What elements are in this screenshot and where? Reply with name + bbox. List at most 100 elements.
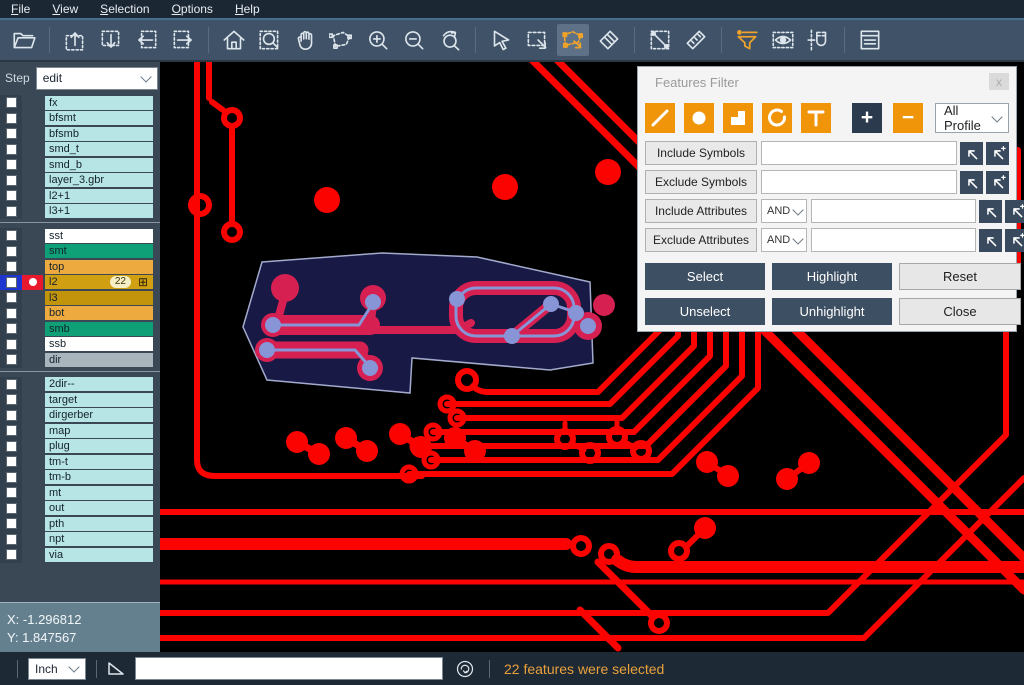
add-filter-button[interactable]: + xyxy=(852,103,882,133)
measure-points-icon[interactable] xyxy=(644,24,676,56)
snap-angle-icon[interactable] xyxy=(107,661,125,677)
layer-label[interactable]: 2dir-- xyxy=(45,377,153,391)
menu-options[interactable]: Options xyxy=(161,0,224,18)
layer-label[interactable]: l2+1 xyxy=(45,189,153,203)
close-icon[interactable]: x xyxy=(989,73,1009,90)
menu-view[interactable]: View xyxy=(41,0,89,18)
layer-checkbox[interactable] xyxy=(0,142,22,158)
layer-checkbox[interactable] xyxy=(0,337,22,353)
layer-label[interactable]: sst xyxy=(45,229,153,243)
pick-add-icon[interactable] xyxy=(986,142,1009,165)
menu-file[interactable]: File xyxy=(0,0,41,18)
zoom-in-icon[interactable] xyxy=(362,24,394,56)
layer-label[interactable]: via xyxy=(45,548,153,562)
measure-ruler-icon[interactable] xyxy=(680,24,712,56)
reset-button[interactable]: Reset xyxy=(899,263,1021,290)
pick-add-icon[interactable] xyxy=(1005,200,1024,223)
filter-label-button[interactable]: Exclude Attributes xyxy=(645,228,757,252)
layer-label[interactable]: map xyxy=(45,424,153,438)
filter-label-button[interactable]: Exclude Symbols xyxy=(645,170,757,194)
layer-checkbox[interactable] xyxy=(0,126,22,142)
and-or-select[interactable]: AND xyxy=(761,199,807,223)
zoom-out-icon[interactable] xyxy=(398,24,430,56)
pick-icon[interactable] xyxy=(979,229,1002,252)
layer-checkbox[interactable] xyxy=(0,157,22,173)
layer-label[interactable]: plug xyxy=(45,439,153,453)
pick-icon[interactable] xyxy=(960,142,983,165)
and-or-select[interactable]: AND xyxy=(761,228,807,252)
layer-label[interactable]: pth xyxy=(45,517,153,531)
layer-checkbox[interactable] xyxy=(0,111,22,127)
units-select[interactable]: Inch xyxy=(28,658,86,680)
pan-down-icon[interactable] xyxy=(95,24,127,56)
active-layer-indicator[interactable] xyxy=(22,275,43,291)
filter-value-input[interactable] xyxy=(811,228,976,252)
layer-checkbox[interactable] xyxy=(0,290,22,306)
pick-add-icon[interactable] xyxy=(1005,229,1024,252)
zoom-window-icon[interactable] xyxy=(254,24,286,56)
layer-label[interactable]: l3+1 xyxy=(45,204,153,218)
layer-checkbox[interactable] xyxy=(0,228,22,244)
layer-label[interactable]: target xyxy=(45,393,153,407)
select-rectangle-icon[interactable] xyxy=(521,24,553,56)
layer-label[interactable]: smd_b xyxy=(45,158,153,172)
layer-label[interactable]: tm-b xyxy=(45,470,153,484)
select-cursor-icon[interactable] xyxy=(485,24,517,56)
zoom-polygon-icon[interactable] xyxy=(326,24,358,56)
pick-add-icon[interactable] xyxy=(986,171,1009,194)
dialog-title-bar[interactable]: Features Filter x xyxy=(638,67,1016,97)
layer-checkbox[interactable] xyxy=(0,173,22,189)
highlight-button[interactable]: Highlight xyxy=(772,263,892,290)
layers-panel-icon[interactable] xyxy=(854,24,886,56)
unhighlight-button[interactable]: Unhighlight xyxy=(772,298,892,325)
layer-checkbox[interactable] xyxy=(0,516,22,532)
layer-checkbox[interactable] xyxy=(0,470,22,486)
layer-label[interactable]: bfsmt xyxy=(45,111,153,125)
layer-label[interactable]: l222⊞ xyxy=(45,275,153,289)
filter-pad-icon[interactable] xyxy=(684,103,714,133)
zoom-previous-icon[interactable] xyxy=(434,24,466,56)
layer-label[interactable]: ssb xyxy=(45,337,153,351)
layer-checkbox[interactable] xyxy=(0,392,22,408)
filter-surface-icon[interactable] xyxy=(723,103,753,133)
layer-checkbox[interactable] xyxy=(0,485,22,501)
pan-left-icon[interactable] xyxy=(131,24,163,56)
layer-label[interactable]: layer_3.gbr xyxy=(45,173,153,187)
filter-value-input[interactable] xyxy=(811,199,976,223)
snap-magnet-icon[interactable] xyxy=(803,24,835,56)
grid-icon[interactable]: ⊞ xyxy=(138,275,148,289)
profile-select[interactable]: All Profile xyxy=(935,103,1009,133)
layer-label[interactable]: mt xyxy=(45,486,153,500)
layer-label[interactable]: npt xyxy=(45,532,153,546)
clear-brush-icon[interactable] xyxy=(593,24,625,56)
layer-checkbox[interactable] xyxy=(0,352,22,368)
features-filter-icon[interactable] xyxy=(731,24,763,56)
filter-label-button[interactable]: Include Attributes xyxy=(645,199,757,223)
layer-checkbox[interactable] xyxy=(0,532,22,548)
layer-checkbox[interactable] xyxy=(0,547,22,563)
layer-checkbox[interactable] xyxy=(0,188,22,204)
filter-line-icon[interactable] xyxy=(645,103,675,133)
open-file-icon[interactable] xyxy=(8,24,40,56)
home-view-icon[interactable] xyxy=(218,24,250,56)
layer-label[interactable]: fx xyxy=(45,96,153,110)
select-button[interactable]: Select xyxy=(645,263,765,290)
filter-arc-icon[interactable] xyxy=(762,103,792,133)
layer-checkbox[interactable] xyxy=(0,306,22,322)
layer-checkbox[interactable] xyxy=(0,204,22,220)
remove-filter-button[interactable]: − xyxy=(893,103,923,133)
layer-checkbox[interactable] xyxy=(0,454,22,470)
layer-checkbox[interactable] xyxy=(0,377,22,393)
menu-selection[interactable]: Selection xyxy=(89,0,160,18)
close-button[interactable]: Close xyxy=(899,298,1021,325)
layer-checkbox[interactable] xyxy=(0,244,22,260)
layer-checkbox[interactable] xyxy=(0,439,22,455)
step-select[interactable]: edit xyxy=(36,67,158,90)
layer-label[interactable]: l3 xyxy=(45,291,153,305)
filter-label-button[interactable]: Include Symbols xyxy=(645,141,757,165)
pick-icon[interactable] xyxy=(960,171,983,194)
menu-help[interactable]: Help xyxy=(224,0,271,18)
layer-label[interactable]: bfsmb xyxy=(45,127,153,141)
layer-label[interactable]: dirgerber xyxy=(45,408,153,422)
layer-checkbox[interactable] xyxy=(0,95,22,111)
